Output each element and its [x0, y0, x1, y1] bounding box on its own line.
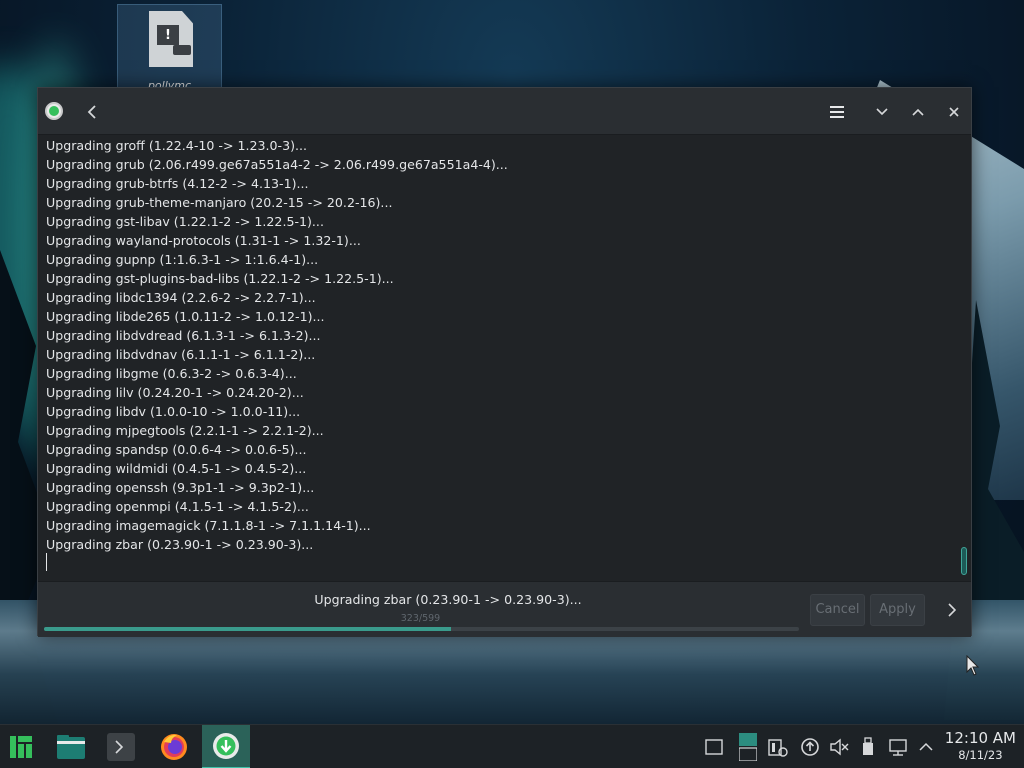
log-line: Upgrading libgme (0.6.3-2 -> 0.6.3-4)... — [46, 366, 297, 381]
maximize-button[interactable] — [904, 98, 932, 126]
network-wired-icon — [889, 739, 907, 756]
log-line: Upgrading mjpegtools (2.2.1-1 -> 2.2.1-2… — [46, 423, 324, 438]
tray-removable-devices[interactable] — [858, 737, 878, 757]
log-line: Upgrading grub-theme-manjaro (20.2-15 ->… — [46, 195, 393, 210]
hamburger-menu-icon — [830, 106, 844, 118]
chevron-down-icon — [876, 108, 888, 116]
log-line: Upgrading gst-plugins-bad-libs (1.22.1-2… — [46, 271, 394, 286]
chevron-right-icon — [948, 603, 956, 617]
log-line: Upgrading openssh (9.3p1-1 -> 9.3p2-1)..… — [46, 480, 315, 495]
desktop-icon-pollymc[interactable]: ! pollymc — [117, 4, 222, 92]
tray-package-manager[interactable] — [768, 737, 788, 757]
text-cursor — [46, 553, 47, 571]
log-line: Upgrading imagemagick (7.1.1.8-1 -> 7.1.… — [46, 518, 371, 533]
log-line: Upgrading grub (2.06.r499.ge67a551a4-2 -… — [46, 157, 508, 172]
mouse-pointer-icon — [966, 655, 980, 676]
current-operation-status: Upgrading zbar (0.23.90-1 -> 0.23.90-3).… — [314, 592, 582, 607]
tray-updates[interactable] — [800, 737, 820, 757]
log-line: Upgrading libdvdnav (6.1.1-1 -> 6.1.1-2)… — [46, 347, 316, 362]
taskbar-terminal[interactable] — [100, 725, 142, 768]
taskbar-firefox[interactable] — [152, 725, 196, 768]
log-lines: Upgrading groff (1.22.4-10 -> 1.23.0-3).… — [46, 136, 951, 554]
cancel-button[interactable]: Cancel — [810, 594, 865, 626]
update-manager-window: Upgrading groff (1.22.4-10 -> 1.23.0-3).… — [37, 87, 972, 637]
apply-button[interactable]: Apply — [870, 594, 925, 626]
log-line: Upgrading zbar (0.23.90-1 -> 0.23.90-3).… — [46, 537, 314, 552]
executable-file-icon: ! — [149, 11, 193, 67]
log-line: Upgrading openmpi (4.1.5-1 -> 4.1.5-2)..… — [46, 499, 309, 514]
log-line: Upgrading spandsp (0.0.6-4 -> 0.0.6-5)..… — [46, 442, 307, 457]
toggle-glyph — [173, 45, 191, 55]
firefox-icon — [161, 734, 187, 760]
chevron-left-icon — [87, 105, 96, 119]
folder-icon — [57, 735, 85, 759]
close-button[interactable] — [940, 98, 968, 126]
package-settings-icon — [768, 739, 788, 757]
show-desktop-button[interactable] — [704, 737, 724, 757]
software-update-icon — [213, 733, 239, 759]
log-line: Upgrading wayland-protocols (1.31-1 -> 1… — [46, 233, 361, 248]
log-line: Upgrading libdv (1.0.0-10 -> 1.0.0-11)..… — [46, 404, 301, 419]
log-line: Upgrading gst-libav (1.22.1-2 -> 1.22.5-… — [46, 214, 324, 229]
usb-drive-icon — [863, 737, 873, 755]
log-line: Upgrading wildmidi (0.4.5-1 -> 0.4.5-2).… — [46, 461, 307, 476]
log-line: Upgrading gupnp (1:1.6.3-1 -> 1:1.6.4-1)… — [46, 252, 319, 267]
log-line: Upgrading libde265 (1.0.11-2 -> 1.0.12-1… — [46, 309, 325, 324]
application-launcher-button[interactable] — [0, 725, 42, 768]
progress-count-label: 323/599 — [400, 613, 441, 624]
chevron-up-icon — [912, 108, 924, 116]
chevron-up-icon — [919, 742, 933, 751]
log-line: Upgrading groff (1.22.4-10 -> 1.23.0-3).… — [46, 138, 308, 153]
close-icon — [949, 107, 959, 117]
back-button[interactable] — [78, 98, 106, 126]
transaction-bottom-bar: Upgrading zbar (0.23.90-1 -> 0.23.90-3).… — [38, 581, 971, 637]
taskbar-clock[interactable]: 12:10 AM 8/11/23 — [945, 729, 1016, 763]
progress-bar — [44, 627, 799, 631]
log-line: Upgrading grub-btrfs (4.12-2 -> 4.13-1).… — [46, 176, 309, 191]
desktop-icon — [705, 739, 723, 755]
terminal-icon — [107, 733, 135, 761]
console-scrollbar[interactable] — [961, 547, 967, 575]
taskbar-file-manager[interactable] — [50, 725, 92, 768]
window-glyph: ! — [157, 25, 179, 45]
log-line: Upgrading libdvdread (6.1.3-1 -> 6.1.3-2… — [46, 328, 321, 343]
manjaro-logo-icon — [10, 736, 32, 758]
progress-bar-fill — [44, 627, 452, 631]
volume-muted-icon — [830, 738, 849, 756]
log-line: Upgrading lilv (0.24.20-1 -> 0.24.20-2).… — [46, 385, 304, 400]
tray-network[interactable] — [888, 737, 908, 757]
tray-expand-button[interactable] — [916, 737, 936, 757]
window-titlebar[interactable] — [38, 88, 971, 135]
virtual-desktop-pager[interactable] — [738, 733, 758, 761]
software-update-app-icon — [45, 102, 63, 120]
taskbar: 12:10 AM 8/11/23 — [0, 724, 1024, 768]
log-line: Upgrading libdc1394 (2.2.6-2 -> 2.2.7-1)… — [46, 290, 316, 305]
clock-date: 8/11/23 — [958, 748, 1003, 762]
tray-volume[interactable] — [829, 737, 849, 757]
pager-icon — [739, 733, 757, 761]
details-toggle-button[interactable] — [940, 596, 964, 624]
clock-time: 12:10 AM — [944, 729, 1016, 747]
update-arrow-icon — [801, 738, 819, 756]
menu-button[interactable] — [823, 98, 851, 126]
minimize-button[interactable] — [868, 98, 896, 126]
taskbar-software-update[interactable] — [202, 725, 250, 768]
transaction-log-console[interactable]: Upgrading groff (1.22.4-10 -> 1.23.0-3).… — [38, 135, 971, 581]
